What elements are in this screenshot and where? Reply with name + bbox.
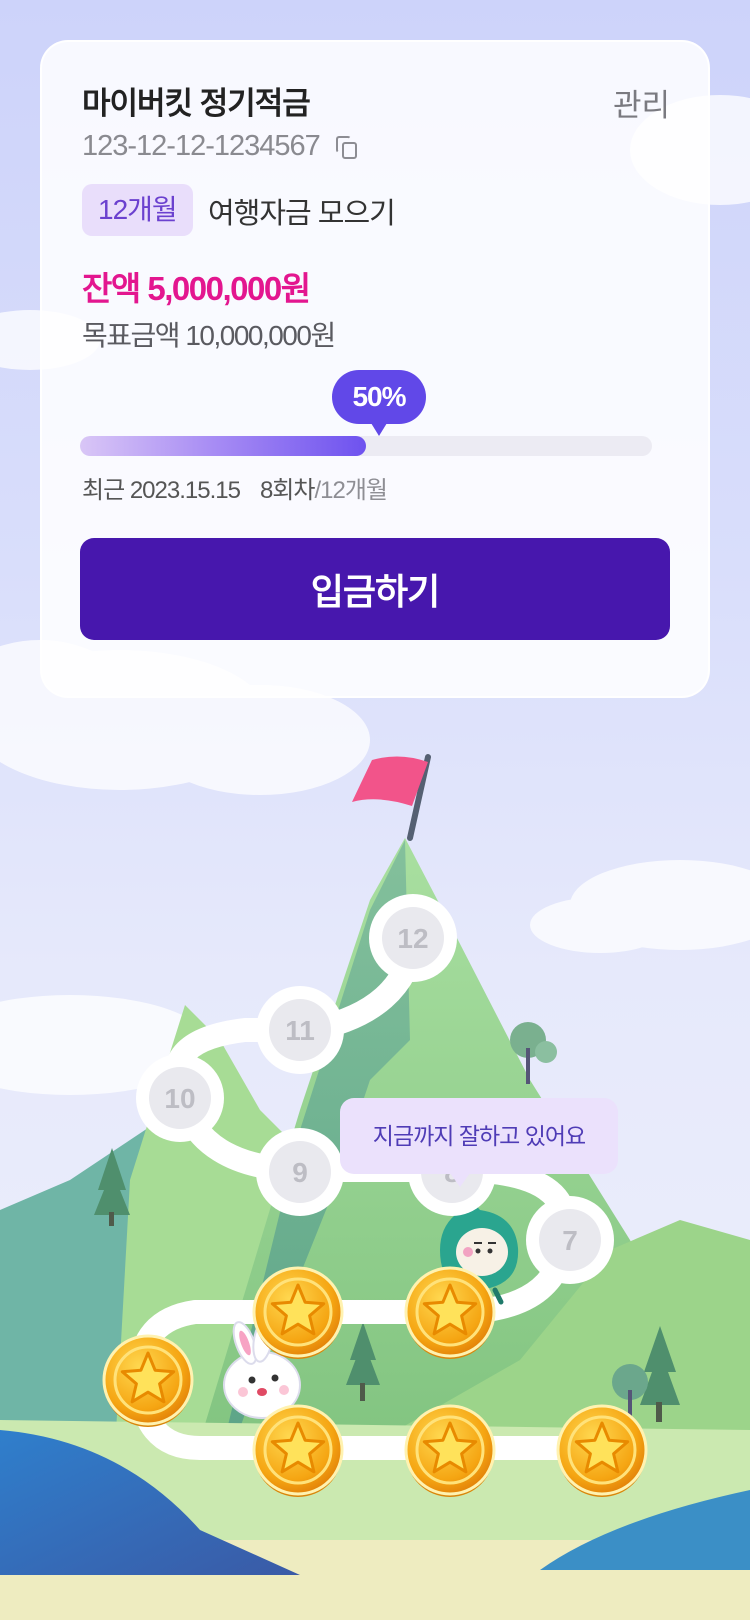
progress-percent-bubble: 50% [332, 370, 426, 436]
progress-info: 최근 2023.15.15 8회차/12개월 [82, 470, 388, 505]
deposit-total: /12개월 [314, 477, 388, 504]
term-badge: 12개월 [82, 184, 193, 236]
summit-flag-icon [352, 754, 431, 841]
deposit-button[interactable]: 입금하기 [80, 538, 670, 640]
copy-icon[interactable] [334, 134, 360, 160]
account-title: 마이버킷 정기적금 [82, 86, 311, 121]
recent-deposit-date: 최근 2023.15.15 [82, 477, 241, 504]
progress-bar-fill [80, 436, 366, 456]
progress-bar [80, 436, 652, 456]
savings-purpose: 여행자금 모으기 [208, 198, 396, 230]
account-number-row: 123-12-12-1234567 [82, 130, 360, 163]
manage-button[interactable]: 관리 [613, 80, 670, 125]
balance-amount: 잔액 5,000,000원 [82, 270, 311, 307]
account-number: 123-12-12-1234567 [82, 130, 321, 162]
goal-amount: 목표금액 10,000,000원 [82, 320, 336, 351]
account-card: 마이버킷 정기적금 관리 123-12-12-1234567 12개월 여행자금… [40, 40, 710, 698]
cheer-tooltip: 지금까지 잘하고 있어요 [340, 1098, 618, 1187]
deposit-count: 8회차 [259, 477, 316, 504]
